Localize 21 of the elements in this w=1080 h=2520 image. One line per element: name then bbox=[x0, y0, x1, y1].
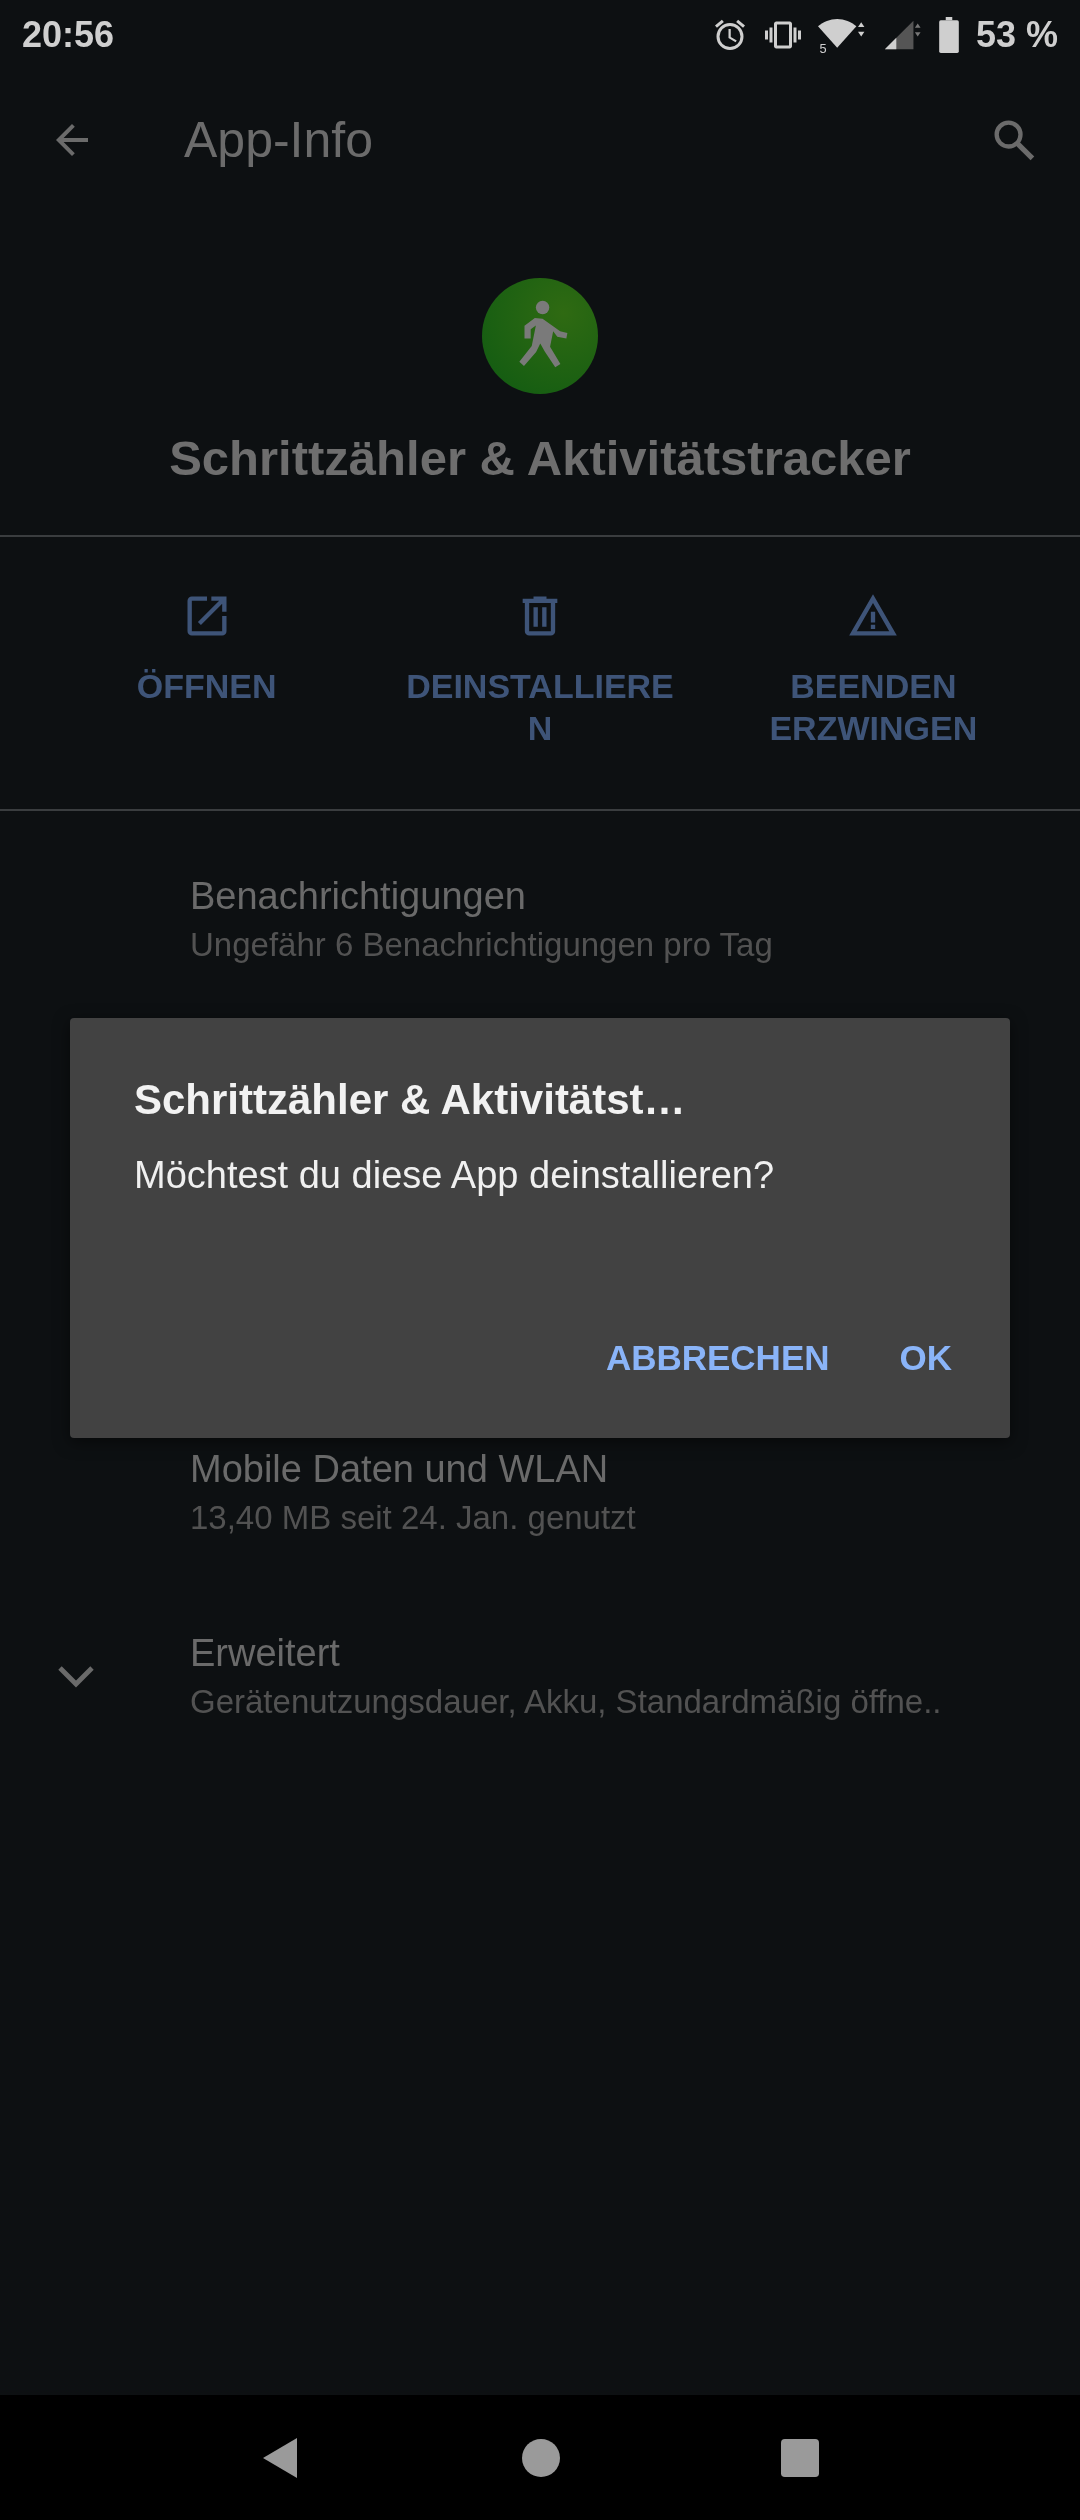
battery-icon bbox=[937, 17, 960, 53]
action-button[interactable]: ÖFFNEN bbox=[40, 589, 374, 750]
dialog-message: Möchtest du diese App deinstallieren? bbox=[134, 1154, 776, 1197]
setting-summary: Gerätenutzungsdauer, Akku, Standardmäßig öffne.. bbox=[190, 1682, 942, 1721]
setting-title[interactable]: Erweitert bbox=[190, 1631, 942, 1675]
action-button[interactable]: DEINSTALLIERE N bbox=[373, 589, 707, 750]
setting-summary: Ungefähr 6 Benachrichtigungen pro Tag bbox=[190, 925, 773, 964]
setting-title[interactable]: Mobile Daten und WLAN bbox=[190, 1447, 636, 1491]
dialog-title: Schrittzähler & Aktivitätst… bbox=[134, 1076, 687, 1124]
chevron-down-icon[interactable] bbox=[56, 1663, 96, 1689]
status-time: 20:56 bbox=[22, 14, 115, 56]
setting-title[interactable]: Benachrichtigungen bbox=[190, 874, 773, 918]
dialog-button[interactable]: OK bbox=[885, 1330, 966, 1386]
action-button[interactable]: BEENDEN ERZWINGEN bbox=[706, 589, 1040, 750]
home-nav-icon[interactable] bbox=[522, 2438, 560, 2477]
setting-summary: 13,40 MB seit 24. Jan. genutzt bbox=[190, 1498, 636, 1537]
app-name: Schrittzähler & Aktivitätstracker bbox=[169, 430, 911, 486]
recents-nav-icon[interactable] bbox=[781, 2438, 820, 2477]
screen-title: App-Info bbox=[184, 111, 373, 169]
dialog-button[interactable]: ABBRECHEN bbox=[591, 1330, 844, 1386]
battery-percentage: 53 % bbox=[975, 14, 1058, 56]
